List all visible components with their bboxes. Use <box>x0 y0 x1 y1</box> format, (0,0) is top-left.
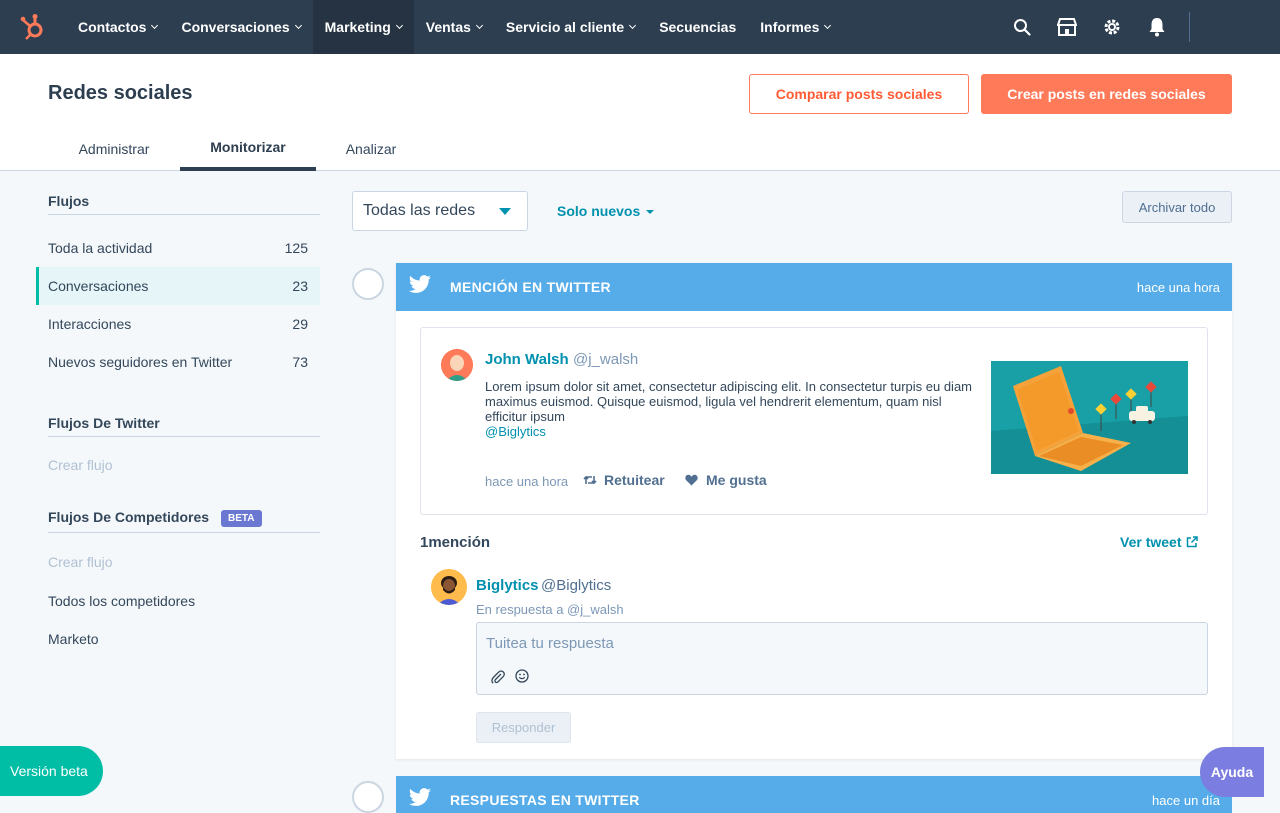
view-tweet-link[interactable]: Ver tweet <box>1120 534 1199 550</box>
marketplace-icon[interactable] <box>1044 0 1089 54</box>
bell-icon[interactable] <box>1134 0 1179 54</box>
nav-divider <box>1189 12 1190 42</box>
search-icon[interactable] <box>999 0 1044 54</box>
twitter-replies-card: RESPUESTAS EN TWITTER hace un día <box>396 776 1232 813</box>
stream-label: Interacciones <box>48 316 132 332</box>
nav-conversaciones[interactable]: Conversaciones <box>169 0 312 54</box>
stream-count: 125 <box>284 240 308 256</box>
card-type-label: RESPUESTAS EN TWITTER <box>450 792 640 808</box>
nav-ventas[interactable]: Ventas <box>414 0 494 54</box>
select-item-checkbox[interactable] <box>352 268 384 300</box>
mentions-count: 1mención <box>420 534 491 551</box>
retweet-button[interactable]: Retuitear <box>583 472 665 488</box>
external-link-icon <box>1186 536 1199 548</box>
stream-count: 29 <box>292 316 308 332</box>
beta-version-button[interactable]: Versión beta <box>0 746 103 796</box>
twitter-streams-heading: Flujos De Twitter <box>48 415 320 437</box>
stream-label: Nuevos seguidores en Twitter <box>48 354 233 370</box>
tab-monitorizar[interactable]: Monitorizar <box>180 126 316 171</box>
account-menu[interactable] <box>1220 0 1280 54</box>
create-posts-button[interactable]: Crear posts en redes sociales <box>981 74 1232 114</box>
create-competitor-stream-link[interactable]: Crear flujo <box>48 554 113 570</box>
reply-account-name[interactable]: Biglytics <box>476 577 539 594</box>
top-navigation: Contactos Conversaciones Marketing Venta… <box>0 0 1280 54</box>
competitor-item-todos[interactable]: Todos los competidores <box>48 593 195 609</box>
competitor-streams-heading: Flujos De Competidores BETA <box>48 509 320 533</box>
archive-all-button[interactable]: Archivar todo <box>1122 191 1232 223</box>
hubspot-logo-icon[interactable] <box>0 0 66 54</box>
stream-item-interacciones[interactable]: Interacciones 29 <box>36 305 320 343</box>
page-header: Redes sociales Comparar posts sociales C… <box>0 54 1280 171</box>
nav-secuencias[interactable]: Secuencias <box>647 0 748 54</box>
nav-marketing[interactable]: Marketing <box>312 0 414 54</box>
reply-input[interactable]: Tuitea tu respuesta <box>476 622 1208 695</box>
nav-contactos[interactable]: Contactos <box>66 0 169 54</box>
avatar <box>441 349 473 381</box>
tweet-preview: John Walsh @j_walsh Lorem ipsum dolor si… <box>420 327 1208 515</box>
stream-count: 73 <box>292 354 308 370</box>
retweet-icon <box>583 474 597 486</box>
emoji-icon[interactable] <box>514 668 530 684</box>
nav-servicio-al-cliente[interactable]: Servicio al cliente <box>494 0 647 54</box>
tweet-timestamp: hace una hora <box>485 474 569 489</box>
stream-count: 23 <box>292 278 308 294</box>
in-reply-to-text: En respuesta a @j_walsh <box>476 602 624 617</box>
twitter-mention-card: MENCIÓN EN TWITTER hace una hora John Wa… <box>396 263 1232 759</box>
dropdown-caret-icon <box>499 208 511 215</box>
twitter-icon <box>408 787 432 813</box>
tweet-image[interactable] <box>991 361 1188 474</box>
twitter-icon <box>408 274 432 300</box>
card-header: MENCIÓN EN TWITTER hace una hora <box>396 263 1232 311</box>
only-new-filter[interactable]: Solo nuevos <box>557 203 655 219</box>
page-title: Redes sociales <box>48 82 193 104</box>
compare-posts-button[interactable]: Comparar posts sociales <box>749 74 969 114</box>
stream-item-toda-la-actividad[interactable]: Toda la actividad 125 <box>36 229 320 267</box>
reply-account-handle: @Biglytics <box>541 577 612 594</box>
tab-analizar[interactable]: Analizar <box>326 126 416 171</box>
stream-label: Conversaciones <box>48 278 149 294</box>
heart-icon <box>685 474 698 486</box>
reply-placeholder: Tuitea tu respuesta <box>486 635 614 652</box>
streams-sidebar: Flujos Toda la actividad 125 Conversacio… <box>0 171 340 813</box>
card-timestamp: hace una hora <box>1136 280 1220 295</box>
tweet-body: Lorem ipsum dolor sit amet, consectetur … <box>485 379 973 424</box>
tab-administrar[interactable]: Administrar <box>58 126 170 171</box>
chevron-down-icon <box>646 210 655 214</box>
stream-item-nuevos-seguidores[interactable]: Nuevos seguidores en Twitter 73 <box>36 343 320 381</box>
network-filter-select[interactable]: Todas las redes <box>352 191 528 231</box>
help-button[interactable]: Ayuda <box>1200 747 1264 797</box>
select-item-checkbox[interactable] <box>352 781 384 813</box>
avatar <box>431 569 467 605</box>
streams-heading: Flujos <box>48 193 320 215</box>
card-type-label: MENCIÓN EN TWITTER <box>450 279 611 295</box>
nav-informes[interactable]: Informes <box>748 0 842 54</box>
stream-item-conversaciones[interactable]: Conversaciones 23 <box>36 267 320 305</box>
tweet-author-name[interactable]: John Walsh <box>485 351 569 368</box>
card-timestamp: hace un día <box>1152 793 1220 808</box>
create-twitter-stream-link[interactable]: Crear flujo <box>48 457 113 473</box>
tweet-author-handle: @j_walsh <box>573 351 639 368</box>
stream-label: Toda la actividad <box>48 240 153 256</box>
attachment-icon[interactable] <box>490 669 506 685</box>
tweet-mention-link[interactable]: @Biglytics <box>485 424 546 439</box>
gear-icon[interactable] <box>1089 0 1134 54</box>
like-button[interactable]: Me gusta <box>685 472 767 488</box>
competitor-item-marketo[interactable]: Marketo <box>48 631 99 647</box>
beta-badge: BETA <box>221 510 262 527</box>
reply-button[interactable]: Responder <box>476 712 571 743</box>
